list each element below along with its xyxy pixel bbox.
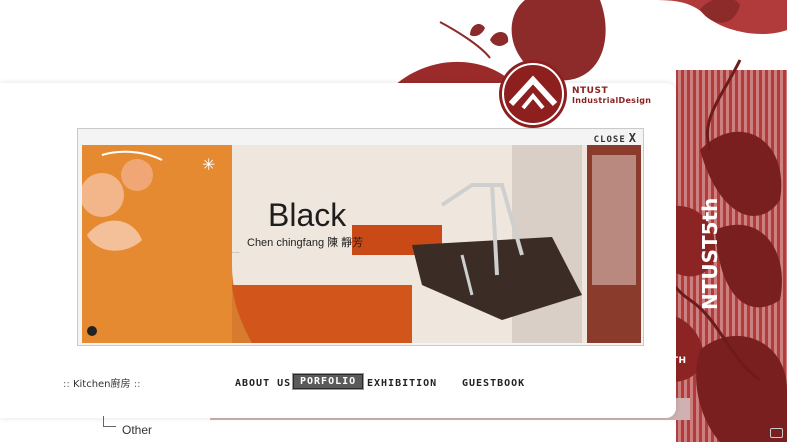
photo-description: ...... xyxy=(232,249,240,254)
side-vertical-title: NTUST5th xyxy=(695,120,725,320)
close-icon: X xyxy=(628,131,637,145)
breadcrumb-label: Kitchen廚房 xyxy=(72,379,131,390)
photo-title: Black xyxy=(268,197,347,233)
image-viewer: CLOSE X ✳ Black Chen chingfang 陳 靜芳 ....… xyxy=(77,128,644,346)
close-label: CLOSE xyxy=(593,135,626,145)
camera-icon xyxy=(770,428,783,438)
close-button[interactable]: CLOSE X xyxy=(594,131,637,145)
brand-logo-icon xyxy=(499,60,567,128)
breadcrumb: :: Kitchen廚房 :: xyxy=(63,375,140,390)
tree-connector xyxy=(103,416,116,427)
svg-text:✳: ✳ xyxy=(202,155,215,174)
side-vertical-text: NTUST5th xyxy=(698,198,722,310)
breadcrumb-prefix: :: xyxy=(63,379,70,390)
nav-guestbook[interactable]: GUESTBOOK xyxy=(462,378,525,389)
breadcrumb-suffix: :: xyxy=(133,379,141,390)
nav-exhibition[interactable]: EXHIBITION xyxy=(367,378,437,389)
portfolio-photo: ✳ Black Chen chingfang 陳 靜芳 ...... xyxy=(82,145,641,343)
photo-subtitle: Chen chingfang 陳 靜芳 xyxy=(247,237,364,249)
brand-line-2: IndustrialDesign xyxy=(572,96,652,105)
side-label: NTUST5TH xyxy=(629,356,687,366)
nav-portfolio[interactable]: PORFOLIO xyxy=(291,373,365,390)
brand-wordmark: NTUST IndustrialDesign xyxy=(572,86,652,106)
brand-line-1: NTUST xyxy=(572,86,609,96)
subnav-item-other[interactable]: Other xyxy=(122,423,152,437)
nav-about-us[interactable]: ABOUT US xyxy=(235,378,291,389)
